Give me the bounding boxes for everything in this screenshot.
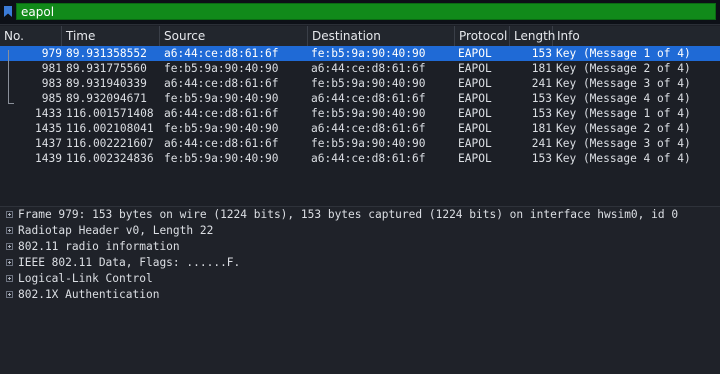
packet-protocol: EAPOL: [458, 47, 492, 60]
packet-row[interactable]: 983 89.931940339 a6:44:ce:d8:61:6f fe:b5:9a…: [0, 76, 720, 91]
packet-info: Key (Message 4 of 4): [556, 152, 691, 165]
packet-length: 241: [531, 137, 552, 150]
detail-tree-item[interactable]: 802.11 radio information: [0, 239, 720, 255]
packet-destination: fe:b5:9a:90:40:90: [311, 107, 426, 120]
packet-length: 153: [531, 152, 552, 165]
packet-info: Key (Message 4 of 4): [556, 92, 691, 105]
column-header-source[interactable]: Source: [160, 26, 308, 46]
column-header-no[interactable]: No.: [0, 26, 62, 46]
packet-row[interactable]: 1433 116.001571408 a6:44:ce:d8:61:6f fe:b5:…: [0, 106, 720, 121]
packet-info: Key (Message 1 of 4): [556, 47, 691, 60]
packet-row[interactable]: 1437 116.002221607 a6:44:ce:d8:61:6f fe:b5:…: [0, 136, 720, 151]
packet-length: 181: [531, 62, 552, 75]
bookmark-icon[interactable]: [4, 6, 12, 17]
detail-tree-label: 802.11 radio information: [18, 240, 180, 253]
detail-tree-label: IEEE 802.11 Data, Flags: ......F.: [18, 256, 241, 269]
packet-protocol: EAPOL: [458, 152, 492, 165]
packet-no: 979: [41, 47, 62, 60]
packet-no: 981: [41, 62, 62, 75]
column-header-time[interactable]: Time: [62, 26, 160, 46]
packet-row[interactable]: 981 89.931775560 fe:b5:9a:90:40:90 a6:44:ce…: [0, 61, 720, 76]
expand-plus-icon[interactable]: [6, 243, 13, 250]
packet-source: a6:44:ce:d8:61:6f: [164, 107, 279, 120]
column-header-length[interactable]: Length: [510, 26, 555, 46]
packet-time: 89.931775560: [66, 62, 147, 75]
packet-row[interactable]: 979 89.931358552 a6:44:ce:d8:61:6f fe:b5:9a…: [0, 46, 720, 61]
packet-destination: fe:b5:9a:90:40:90: [311, 47, 426, 60]
packet-info: Key (Message 1 of 4): [556, 107, 691, 120]
display-filter-toolbar: eapol: [0, 0, 720, 25]
expand-plus-icon[interactable]: [6, 211, 13, 218]
packet-no: 1437: [35, 137, 62, 150]
packet-length: 241: [531, 77, 552, 90]
detail-tree-label: 802.1X Authentication: [18, 288, 160, 301]
packet-row[interactable]: 1439 116.002324836 fe:b5:9a:90:40:90 a6:44:…: [0, 151, 720, 166]
detail-tree-item[interactable]: Frame 979: 153 bytes on wire (1224 bits)…: [0, 207, 720, 223]
packet-source: fe:b5:9a:90:40:90: [164, 122, 279, 135]
packet-destination: a6:44:ce:d8:61:6f: [311, 122, 426, 135]
display-filter-input[interactable]: eapol: [16, 3, 716, 20]
packet-destination: fe:b5:9a:90:40:90: [311, 77, 426, 90]
packet-source: fe:b5:9a:90:40:90: [164, 92, 279, 105]
packet-length: 153: [531, 107, 552, 120]
column-header-info[interactable]: Info: [553, 26, 720, 46]
packet-info: Key (Message 3 of 4): [556, 137, 691, 150]
packet-info: Key (Message 2 of 4): [556, 62, 691, 75]
packet-length: 181: [531, 122, 552, 135]
packet-destination: a6:44:ce:d8:61:6f: [311, 62, 426, 75]
packet-source: fe:b5:9a:90:40:90: [164, 152, 279, 165]
packet-destination: a6:44:ce:d8:61:6f: [311, 92, 426, 105]
packet-length: 153: [531, 92, 552, 105]
packet-protocol: EAPOL: [458, 92, 492, 105]
packet-time: 116.002221607: [66, 137, 154, 150]
packet-destination: fe:b5:9a:90:40:90: [311, 137, 426, 150]
detail-tree-item[interactable]: IEEE 802.11 Data, Flags: ......F.: [0, 255, 720, 271]
detail-tree-item[interactable]: Logical-Link Control: [0, 271, 720, 287]
packet-time: 89.931358552: [66, 47, 147, 60]
packet-time: 116.002108041: [66, 122, 154, 135]
packet-time: 116.001571408: [66, 107, 154, 120]
detail-tree-label: Logical-Link Control: [18, 272, 153, 285]
packet-time: 89.932094671: [66, 92, 147, 105]
packet-row[interactable]: 1435 116.002108041 fe:b5:9a:90:40:90 a6:44:…: [0, 121, 720, 136]
packet-no: 1433: [35, 107, 62, 120]
packet-time: 89.931940339: [66, 77, 147, 90]
column-header-protocol[interactable]: Protocol: [455, 26, 510, 46]
detail-tree-item[interactable]: Radiotap Header v0, Length 22: [0, 223, 720, 239]
packet-protocol: EAPOL: [458, 137, 492, 150]
conversation-bracket-end: [8, 103, 14, 104]
packet-source: a6:44:ce:d8:61:6f: [164, 77, 279, 90]
column-header-destination[interactable]: Destination: [308, 26, 455, 46]
packet-source: fe:b5:9a:90:40:90: [164, 62, 279, 75]
detail-tree-item[interactable]: 802.1X Authentication: [0, 287, 720, 303]
packet-no: 983: [41, 77, 62, 90]
packet-no: 1435: [35, 122, 62, 135]
packet-list: 979 89.931358552 a6:44:ce:d8:61:6f fe:b5:9a…: [0, 46, 720, 206]
packet-protocol: EAPOL: [458, 107, 492, 120]
packet-length: 153: [531, 47, 552, 60]
expand-plus-icon[interactable]: [6, 227, 13, 234]
packet-info: Key (Message 3 of 4): [556, 77, 691, 90]
packet-no: 1439: [35, 152, 62, 165]
packet-destination: a6:44:ce:d8:61:6f: [311, 152, 426, 165]
conversation-bracket: [8, 50, 9, 104]
packet-protocol: EAPOL: [458, 77, 492, 90]
packet-time: 116.002324836: [66, 152, 154, 165]
packet-row[interactable]: 985 89.932094671 fe:b5:9a:90:40:90 a6:44:ce…: [0, 91, 720, 106]
detail-tree-label: Frame 979: 153 bytes on wire (1224 bits)…: [18, 208, 679, 221]
packet-protocol: EAPOL: [458, 122, 492, 135]
packet-source: a6:44:ce:d8:61:6f: [164, 137, 279, 150]
packet-info: Key (Message 2 of 4): [556, 122, 691, 135]
expand-plus-icon[interactable]: [6, 259, 13, 266]
packet-list-header: No. Time Source Destination Protocol Len…: [0, 26, 720, 47]
expand-plus-icon[interactable]: [6, 275, 13, 282]
detail-tree-label: Radiotap Header v0, Length 22: [18, 224, 214, 237]
packet-protocol: EAPOL: [458, 62, 492, 75]
packet-source: a6:44:ce:d8:61:6f: [164, 47, 279, 60]
packet-details-tree: Frame 979: 153 bytes on wire (1224 bits)…: [0, 207, 720, 374]
expand-plus-icon[interactable]: [6, 291, 13, 298]
